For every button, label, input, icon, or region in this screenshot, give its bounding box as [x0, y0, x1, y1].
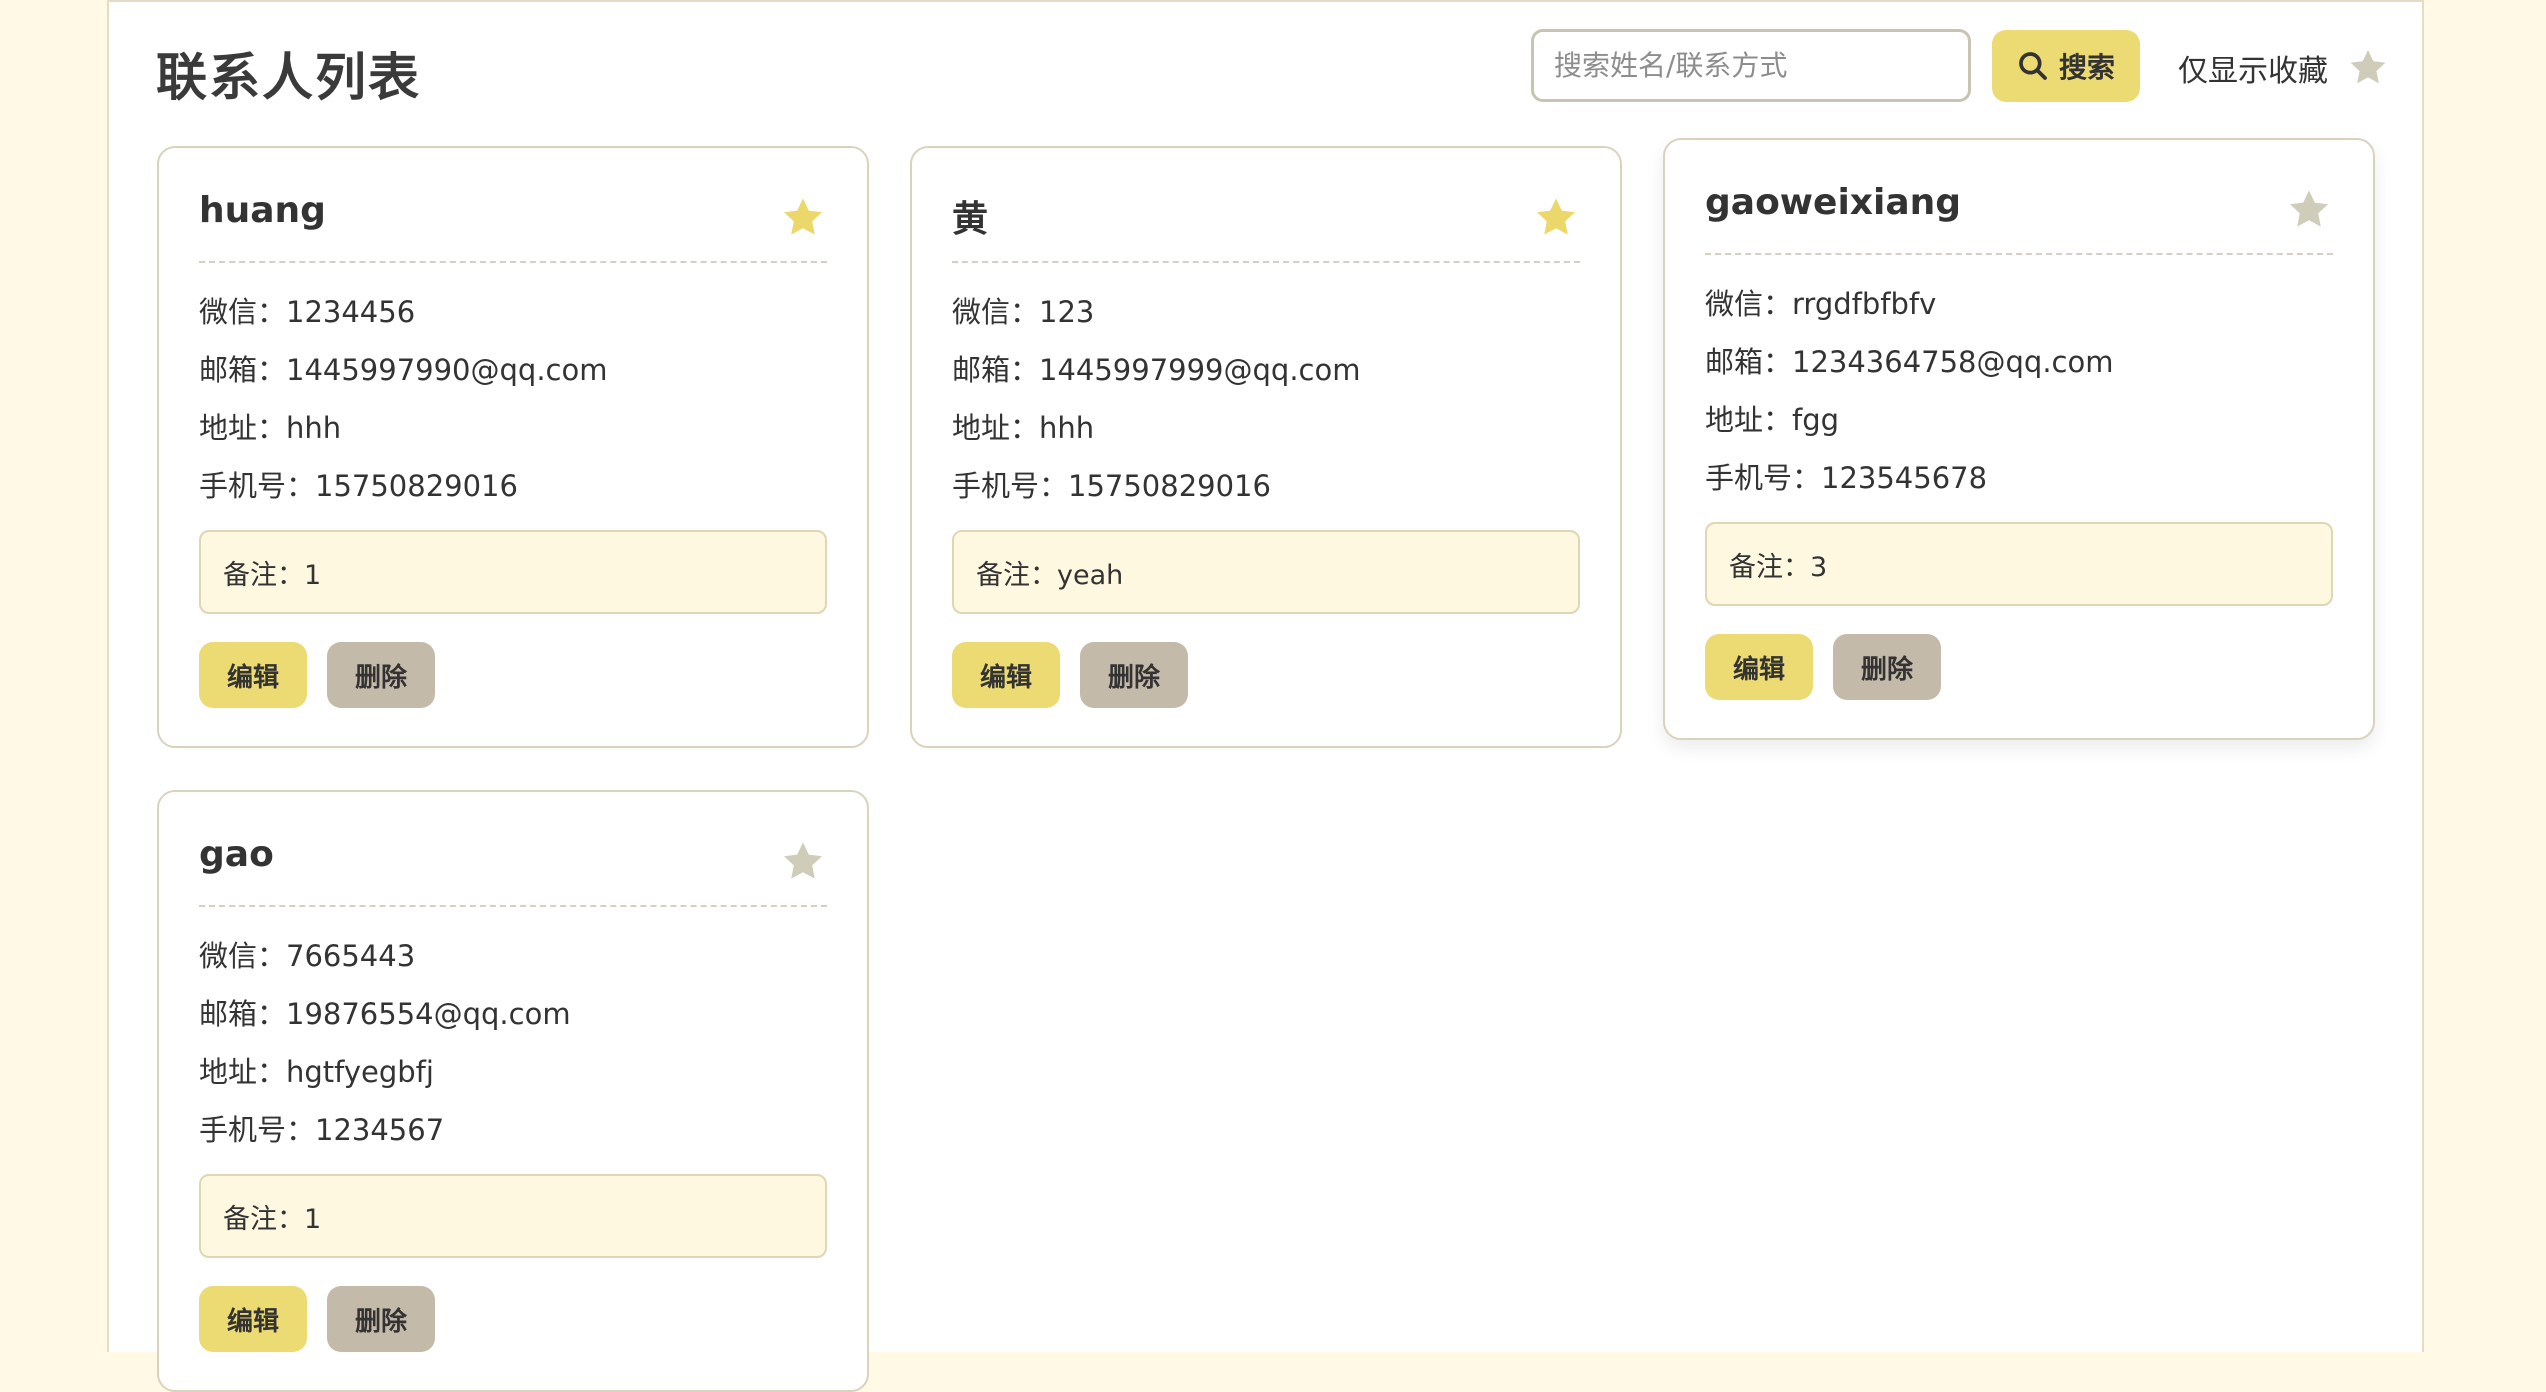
- contact-address: 地址：hhh: [952, 411, 1095, 445]
- delete-button[interactable]: 删除: [327, 642, 435, 708]
- contact-note: 备注：1: [199, 530, 827, 614]
- contact-phone: 手机号：15750829016: [199, 469, 518, 503]
- contact-phone: 手机号：1234567: [199, 1113, 445, 1147]
- page-title: 联系人列表: [156, 49, 422, 108]
- edit-button[interactable]: 编辑: [952, 642, 1060, 708]
- contact-wechat: 微信：7665443: [199, 939, 416, 973]
- star-icon[interactable]: [1532, 194, 1580, 242]
- search-input[interactable]: [1531, 29, 1971, 102]
- search-button-label: 搜索: [2058, 51, 2115, 84]
- contact-address: 地址：fgg: [1705, 403, 1840, 437]
- card-divider: [199, 261, 827, 263]
- contact-email: 邮箱：1445997990@qq.com: [199, 353, 608, 387]
- favorites-filter-toggle[interactable]: 仅显示收藏: [2178, 40, 2390, 96]
- search-button[interactable]: 搜索: [1992, 30, 2140, 102]
- edit-button[interactable]: 编辑: [199, 1286, 307, 1352]
- contact-name: huang: [199, 190, 326, 231]
- star-icon[interactable]: [779, 194, 827, 242]
- delete-button[interactable]: 删除: [1833, 634, 1941, 700]
- contact-card: 黄 微信：123 邮箱：1445997999@qq.com 地址：hhh 手机号…: [910, 146, 1622, 748]
- star-icon[interactable]: [779, 838, 827, 886]
- contact-phone: 手机号：123545678: [1705, 461, 1988, 495]
- contact-address: 地址：hgtfyegbfj: [199, 1055, 434, 1089]
- favorites-filter-label: 仅显示收藏: [2178, 54, 2328, 89]
- contact-note: 备注：yeah: [952, 530, 1580, 614]
- card-divider: [1705, 253, 2333, 255]
- card-divider: [952, 261, 1580, 263]
- contact-note: 备注：3: [1705, 522, 2333, 606]
- contact-phone: 手机号：15750829016: [952, 469, 1271, 503]
- contact-card: gao 微信：7665443 邮箱：19876554@qq.com 地址：hgt…: [157, 790, 869, 1392]
- contact-name: gaoweixiang: [1705, 182, 1962, 223]
- edit-button[interactable]: 编辑: [1705, 634, 1813, 700]
- contact-wechat: 微信：123: [952, 295, 1095, 329]
- contact-address: 地址：hhh: [199, 411, 342, 445]
- contact-name: 黄: [952, 199, 989, 240]
- card-divider: [199, 905, 827, 907]
- star-icon: [2346, 46, 2390, 90]
- contact-email: 邮箱：19876554@qq.com: [199, 997, 571, 1031]
- contact-wechat: 微信：1234456: [199, 295, 416, 329]
- contact-wechat: 微信：rrgdfbfbfv: [1705, 287, 1937, 321]
- contact-card: gaoweixiang 微信：rrgdfbfbfv 邮箱：1234364758@…: [1663, 138, 2375, 740]
- contact-note: 备注：1: [199, 1174, 827, 1258]
- edit-button[interactable]: 编辑: [199, 642, 307, 708]
- contact-email: 邮箱：1445997999@qq.com: [952, 353, 1361, 387]
- contact-email: 邮箱：1234364758@qq.com: [1705, 345, 2114, 379]
- search-icon: [2017, 50, 2049, 82]
- contact-name: gao: [199, 834, 274, 875]
- delete-button[interactable]: 删除: [327, 1286, 435, 1352]
- delete-button[interactable]: 删除: [1080, 642, 1188, 708]
- star-icon[interactable]: [2285, 186, 2333, 234]
- contact-card: huang 微信：1234456 邮箱：1445997990@qq.com 地址…: [157, 146, 869, 748]
